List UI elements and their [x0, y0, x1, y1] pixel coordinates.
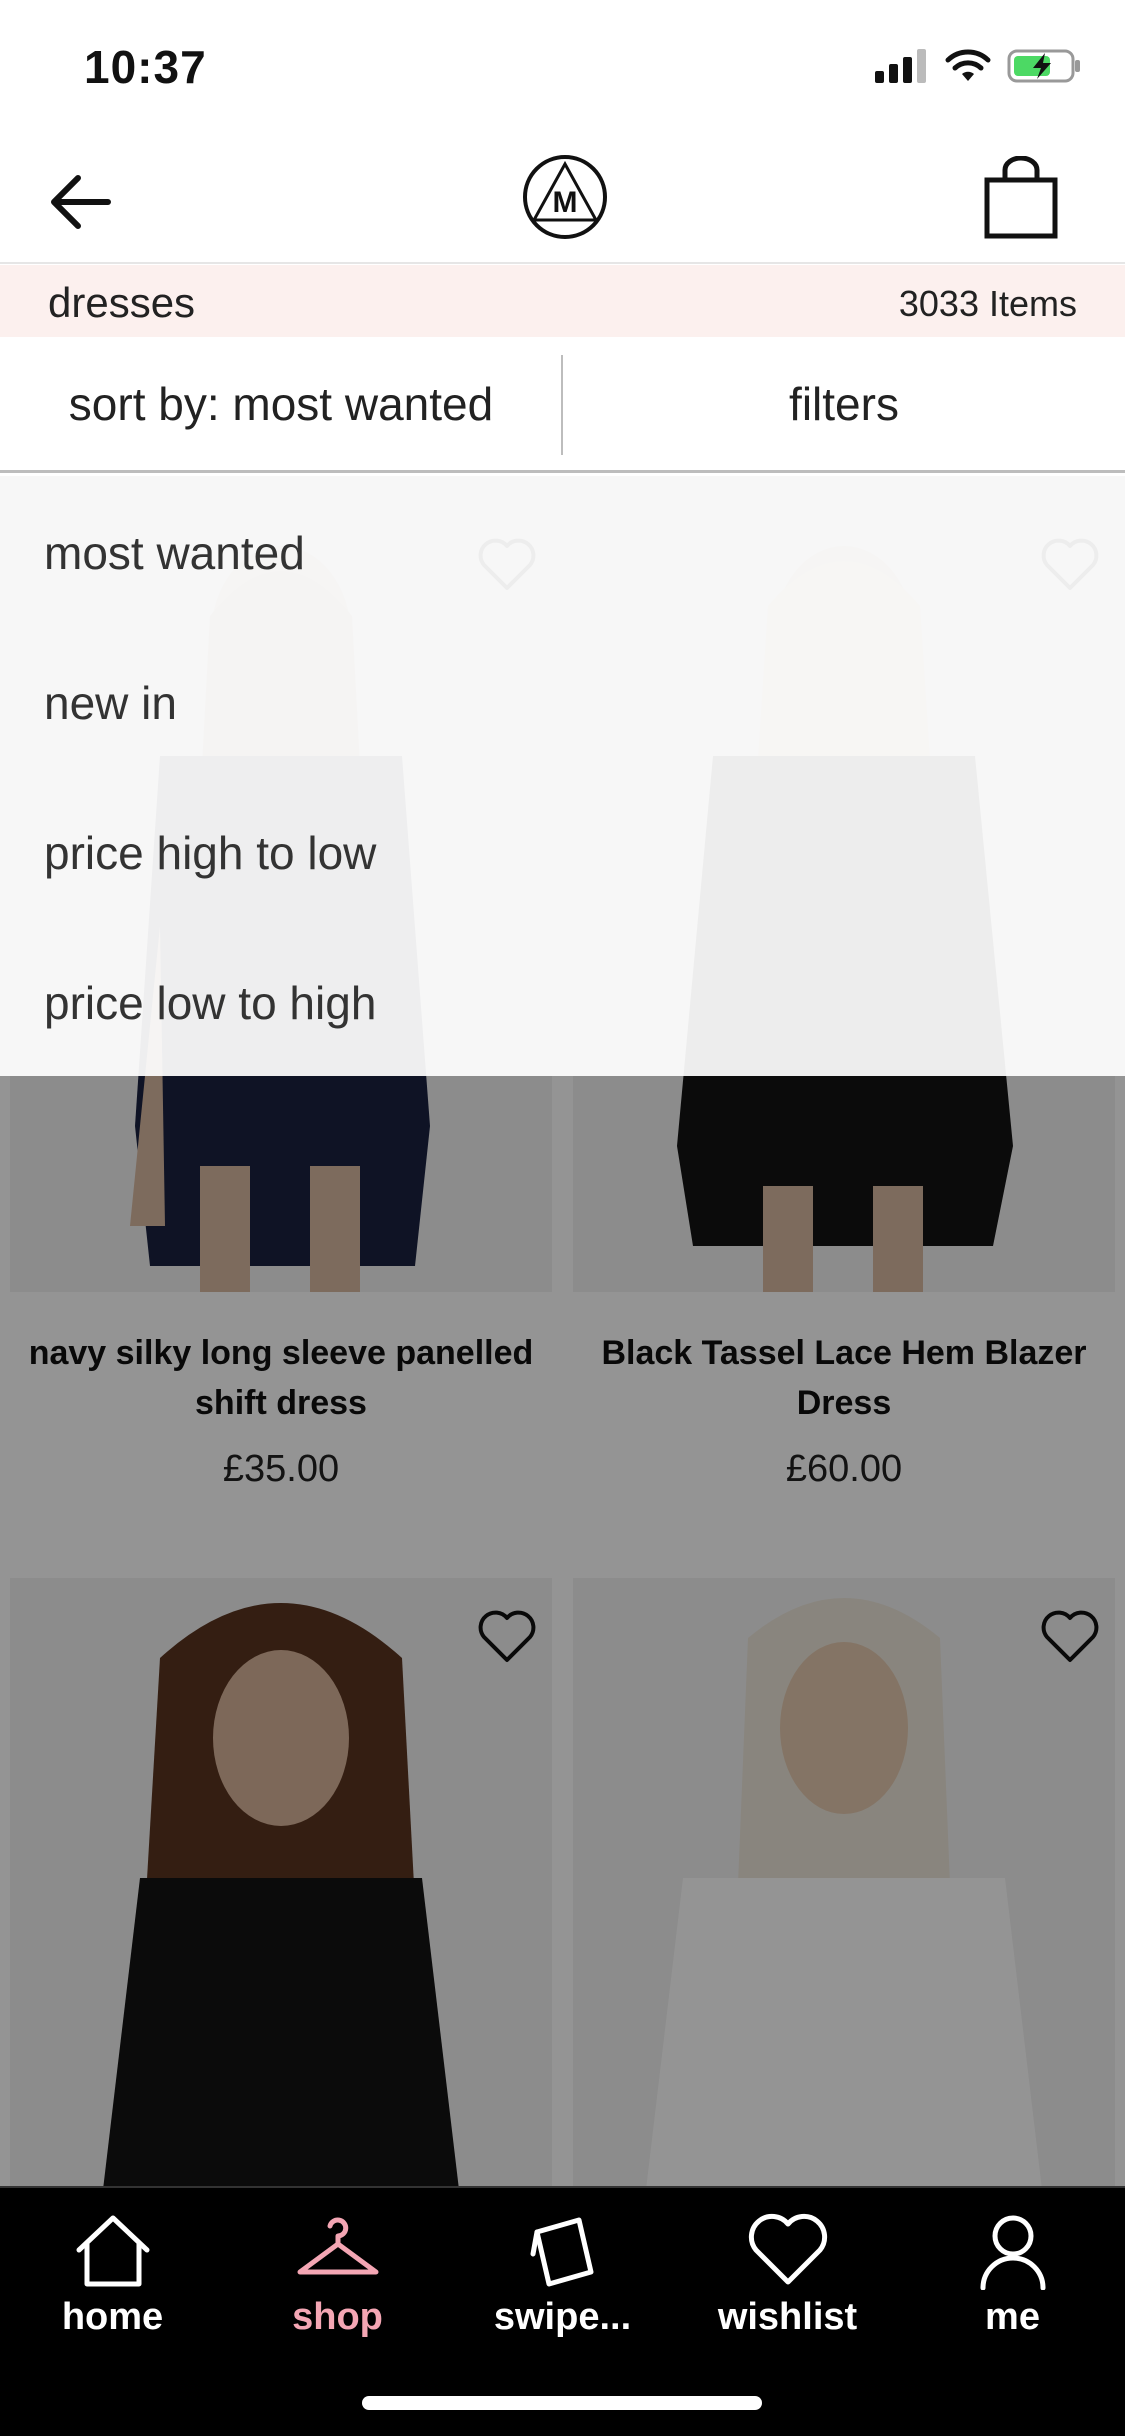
- sort-option-most-wanted[interactable]: most wanted: [44, 526, 305, 580]
- signal-icon: [875, 49, 926, 83]
- status-bar: 10:37: [0, 0, 1125, 132]
- tab-label: wishlist: [717, 2296, 858, 2338]
- brand-logo[interactable]: M: [522, 154, 608, 240]
- sort-option-price-low-to-high[interactable]: price low to high: [44, 976, 376, 1030]
- sort-option-price-high-to-low[interactable]: price high to low: [44, 826, 376, 880]
- tab-swipe[interactable]: swipe...: [450, 2210, 675, 2360]
- wifi-icon: [945, 49, 991, 81]
- tab-label: swipe...: [493, 2296, 632, 2338]
- sort-option-new-in[interactable]: new in: [44, 676, 177, 730]
- user-icon: [980, 2215, 1045, 2290]
- tab-label: home: [61, 2296, 164, 2338]
- category-name: dresses: [48, 279, 196, 326]
- item-count: 3033 Items: [898, 283, 1077, 324]
- home-indicator: [362, 2396, 762, 2410]
- tab-label: me: [985, 2296, 1040, 2338]
- logo-letter: M: [553, 186, 578, 219]
- nav-header: M: [0, 132, 1125, 264]
- back-arrow-icon: [51, 175, 111, 229]
- shopping-bag-icon[interactable]: [983, 156, 1059, 240]
- tab-label: shop: [292, 2296, 383, 2338]
- home-icon: [76, 2215, 149, 2287]
- tab-wishlist[interactable]: wishlist: [675, 2210, 900, 2360]
- sort-filter-bar: sort by: most wanted filters: [0, 337, 1125, 473]
- status-time: 10:37: [84, 41, 207, 93]
- sort-dropdown: most wanted new in price high to low pri…: [0, 476, 1125, 1076]
- status-icons: [875, 48, 1083, 84]
- back-button[interactable]: [40, 162, 120, 242]
- heart-icon: [748, 2213, 827, 2285]
- tab-home[interactable]: home: [0, 2210, 225, 2360]
- category-bar: dresses 3033 Items: [0, 265, 1125, 337]
- sort-button[interactable]: sort by: most wanted: [0, 337, 562, 470]
- tab-me[interactable]: me: [900, 2210, 1125, 2360]
- tab-shop[interactable]: shop: [225, 2210, 450, 2360]
- battery-charging-icon: [1007, 49, 1080, 83]
- cards-icon: [530, 2217, 593, 2287]
- filters-button[interactable]: filters: [563, 337, 1125, 470]
- hanger-icon: [297, 2217, 378, 2275]
